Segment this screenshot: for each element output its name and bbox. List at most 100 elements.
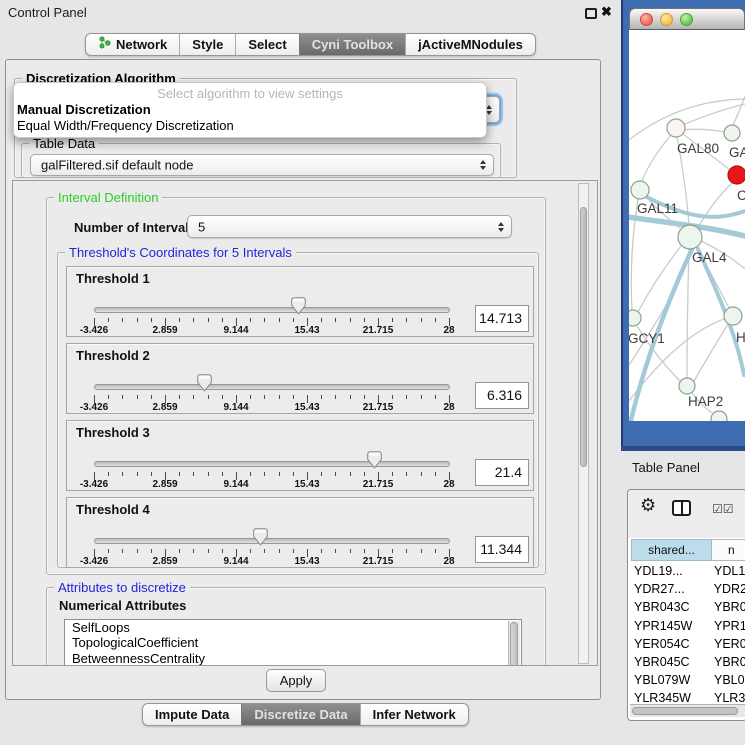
cell-name: YBR0 (712, 653, 745, 671)
network-edge (676, 104, 745, 128)
tab-cyni-toolbox[interactable]: Cyni Toolbox (299, 34, 405, 55)
slider-track[interactable] (94, 538, 450, 544)
tick-label: 28 (427, 556, 471, 567)
tab-jactivemnodules[interactable]: jActiveMNodules (405, 34, 535, 55)
table-row[interactable]: YBR045CYBR0 (631, 653, 745, 671)
close-light[interactable] (640, 13, 653, 26)
tick-mark (108, 318, 109, 322)
tick-label: 15.43 (285, 325, 329, 336)
tick-mark (179, 472, 180, 476)
table-row[interactable]: YDL19...YDL1 (631, 562, 745, 580)
list-item-topologicalcoefficient[interactable]: TopologicalCoefficient (65, 635, 521, 650)
number-of-intervals-combobox[interactable]: 5 (187, 215, 512, 238)
network-edge (694, 324, 728, 381)
threshold-value-field[interactable]: 6.316 (475, 382, 529, 409)
node-h[interactable] (724, 307, 742, 325)
tick-mark (222, 318, 223, 322)
node-hap2[interactable] (679, 378, 695, 394)
cell-name: YLR3 (712, 689, 745, 704)
apply-button[interactable]: Apply (266, 669, 326, 692)
scrollbar-thumb[interactable] (510, 622, 518, 666)
node-gcy1[interactable] (629, 310, 641, 326)
threshold-value-field[interactable]: 21.4 (475, 459, 529, 486)
close-icon[interactable]: ✖ (601, 4, 612, 20)
slider-thumb[interactable] (253, 528, 268, 546)
dropdown-option-equal-width-frequency[interactable]: Equal Width/Frequency Discretization (14, 118, 486, 134)
threshold-value-field[interactable]: 11.344 (475, 536, 529, 563)
threshold-value-field[interactable]: 14.713 (475, 305, 529, 332)
tick-mark (108, 472, 109, 476)
gear-icon[interactable]: ⚙ (640, 495, 656, 516)
list-item-betweennesscentrality[interactable]: BetweennessCentrality (65, 651, 521, 666)
tab-select[interactable]: Select (235, 34, 298, 55)
dropdown-hint: Select algorithm to view settings (14, 86, 486, 102)
tick-mark (406, 318, 407, 322)
tick-mark (193, 549, 194, 553)
tick-mark (222, 549, 223, 553)
minimize-light[interactable] (660, 13, 673, 26)
tab-network[interactable]: Network (86, 34, 179, 55)
vertical-scrollbar[interactable] (578, 183, 589, 664)
node-gal11[interactable] (631, 181, 649, 199)
float-window-icon[interactable] (585, 8, 597, 19)
tab-style[interactable]: Style (179, 34, 235, 55)
node-ga[interactable] (724, 125, 740, 141)
node-gal80[interactable] (667, 119, 685, 137)
tab-impute-data[interactable]: Impute Data (143, 704, 241, 725)
tab-infer-network[interactable]: Infer Network (360, 704, 468, 725)
checked-checkbox-icons[interactable]: ☑☑ (712, 502, 734, 516)
table-row[interactable]: YDR27...YDR2 (631, 580, 745, 598)
table-body: YDL19...YDL1YDR27...YDR2YBR043CYBR0YPR14… (631, 562, 745, 704)
table-data-combobox[interactable]: galFiltered.sif default node (30, 154, 494, 176)
list-item-selfloops[interactable]: SelfLoops (65, 620, 521, 635)
column-header-name[interactable]: n (712, 539, 745, 561)
tab-label: Infer Network (373, 704, 456, 725)
tick-label: 2.859 (143, 325, 187, 336)
slider-track[interactable] (94, 384, 450, 390)
node-c[interactable] (728, 166, 745, 184)
zoom-light[interactable] (680, 13, 693, 26)
slider-thumb[interactable] (291, 297, 306, 315)
split-columns-icon[interactable] (672, 500, 691, 516)
tick-mark (151, 472, 152, 476)
table-row[interactable]: YBR043CYBR0 (631, 598, 745, 616)
column-header-shared-name[interactable]: shared... (631, 539, 712, 561)
tick-mark (264, 549, 265, 553)
tick-mark (392, 549, 393, 553)
table-row[interactable]: YBL079WYBL0 (631, 671, 745, 689)
table-row[interactable]: YLR345WYLR3 (631, 689, 745, 704)
tab-discretize-data[interactable]: Discretize Data (241, 704, 359, 725)
threshold-label: Threshold 4 (76, 502, 150, 517)
network-canvas[interactable]: GAL80GACGAL11GAL4GCY1HHAP2 (629, 30, 745, 421)
thresholds-group: Threshold's Coordinates for 5 Intervals … (57, 252, 539, 568)
network-window-titlebar (629, 8, 745, 30)
numerical-attributes-list[interactable]: SelfLoopsTopologicalCoefficientBetweenne… (64, 619, 522, 666)
cell-name: YBL0 (712, 671, 745, 689)
dropdown-option-manual-discretization[interactable]: Manual Discretization (14, 102, 486, 118)
slider-track[interactable] (94, 307, 450, 313)
slider-thumb[interactable] (197, 374, 212, 392)
tick-mark (279, 472, 280, 476)
tick-mark (193, 395, 194, 399)
group-title: Attributes to discretize (54, 580, 190, 595)
table-row[interactable]: YER054CYER0 (631, 635, 745, 653)
node-label-c: C (737, 188, 745, 203)
tick-mark (137, 549, 138, 553)
slider-thumb[interactable] (367, 451, 382, 469)
tick-label: 28 (427, 479, 471, 490)
node-label-gal11: GAL11 (637, 201, 678, 216)
tick-mark (421, 318, 422, 322)
scrollbar-thumb[interactable] (632, 707, 738, 715)
slider-track[interactable] (94, 461, 450, 467)
tick-mark (335, 318, 336, 322)
horizontal-scrollbar[interactable] (630, 704, 745, 717)
combo-value: galFiltered.sif default node (41, 158, 193, 173)
node-unlabeled[interactable] (711, 411, 727, 421)
node-gal4[interactable] (678, 225, 702, 249)
screen: Control Panel ✖ NetworkStyleSelectCyni T… (0, 0, 745, 745)
tick-mark (335, 472, 336, 476)
table-row[interactable]: YPR145WYPR1 (631, 617, 745, 635)
scrollbar-thumb[interactable] (580, 207, 587, 467)
list-scrollbar[interactable] (508, 621, 520, 666)
bottom-tab-bar: Impute DataDiscretize Data Infer Network (142, 703, 469, 726)
